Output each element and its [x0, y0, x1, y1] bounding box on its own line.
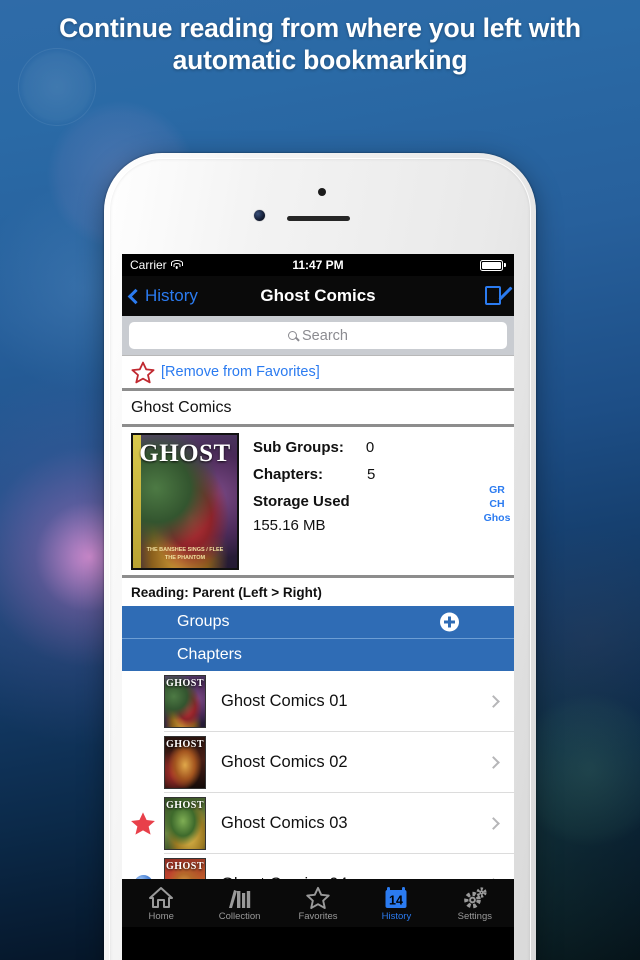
compose-icon[interactable] — [484, 284, 513, 308]
content-area: Search [Remove from Favorites] Ghost Com… — [122, 316, 514, 927]
status-bar: Carrier 11:47 PM — [122, 254, 514, 276]
chevron-right-icon — [487, 694, 500, 708]
svg-text:14: 14 — [389, 894, 403, 908]
chapters-value: 5 — [367, 466, 376, 483]
list-item[interactable]: GHOST Ghost Comics 02 — [122, 732, 514, 792]
chapter-list: GHOST Ghost Comics 01 GHOST Ghost Comics… — [122, 671, 514, 914]
tab-label: History — [381, 911, 412, 922]
chapter-title: Ghost Comics 02 — [221, 752, 348, 771]
chapter-thumbnail: GHOST — [164, 674, 206, 728]
tab-bar: Home Collection Favorites 14 History Set… — [122, 879, 514, 927]
chapters-stat: Chapters: 5 — [253, 466, 375, 483]
section-index-item[interactable]: GR — [489, 484, 505, 497]
tab-favorites[interactable]: Favorites — [279, 884, 357, 922]
chapters-section-bar[interactable]: Chapters — [122, 639, 514, 671]
phone-mockup: Carrier 11:47 PM History Ghost Comics Se… — [104, 153, 536, 960]
lens-flare-green — [520, 690, 640, 850]
favorite-badge — [122, 811, 164, 836]
tab-history[interactable]: 14 History — [357, 884, 435, 922]
tab-label: Home — [148, 911, 174, 922]
search-input[interactable]: Search — [129, 322, 507, 349]
sub-groups-value: 0 — [365, 439, 375, 456]
sub-groups-label: Sub Groups: — [253, 439, 344, 456]
cover-thumbnail[interactable]: GHOST THE BANSHEE SINGS / FLEE THE PHANT… — [131, 433, 239, 570]
page-title: Ghost Comics — [260, 286, 376, 305]
earpiece-speaker-icon — [287, 216, 350, 221]
list-item[interactable]: GHOST Ghost Comics 03 — [122, 793, 514, 853]
tab-label: Collection — [218, 911, 261, 922]
storage-used-value: 155.16 MB — [253, 517, 326, 534]
chevron-right-icon — [487, 755, 500, 769]
star-solid-icon — [131, 811, 155, 835]
battery-icon — [480, 259, 506, 271]
proximity-sensor-icon — [318, 188, 326, 196]
phone-screen: Carrier 11:47 PM History Ghost Comics Se… — [122, 254, 514, 960]
group-title: Ghost Comics — [122, 391, 514, 424]
groups-section-bar[interactable]: Groups — [122, 606, 514, 638]
cover-blurb: THE BANSHEE SINGS / FLEE THE PHANTOM — [146, 547, 224, 561]
section-index-item[interactable]: CH — [489, 498, 504, 511]
calendar-icon: 14 — [383, 884, 409, 909]
status-clock: 11:47 PM — [292, 258, 344, 272]
chapter-title: Ghost Comics 01 — [221, 691, 348, 710]
storage-used-label: Storage Used — [253, 493, 350, 510]
chapter-title: Ghost Comics 03 — [221, 813, 348, 832]
navigation-bar: History Ghost Comics — [122, 276, 514, 316]
thumb-title: GHOST — [165, 860, 205, 872]
thumb-title: GHOST — [165, 677, 205, 689]
chapter-thumbnail: GHOST — [164, 735, 206, 789]
remove-from-favorites-label: [Remove from Favorites] — [161, 364, 320, 380]
star-icon — [305, 884, 331, 909]
cover-title: GHOST — [139, 440, 231, 467]
sub-groups-stat: Sub Groups: 0 — [253, 439, 375, 456]
section-index[interactable]: GR CH Ghos — [482, 484, 512, 525]
promo-screenshot: Continue reading from where you left wit… — [0, 0, 640, 960]
chapters-label: Chapters — [177, 646, 242, 663]
remove-from-favorites-row[interactable]: [Remove from Favorites] — [122, 356, 514, 388]
detail-panel: GHOST THE BANSHEE SINGS / FLEE THE PHANT… — [122, 427, 514, 575]
tab-label: Settings — [457, 911, 492, 922]
tab-label: Favorites — [298, 911, 338, 922]
tab-settings[interactable]: Settings — [436, 884, 514, 922]
section-index-item[interactable]: Ghos — [484, 512, 511, 525]
home-icon — [148, 884, 174, 909]
front-camera-icon — [254, 210, 265, 221]
groups-label: Groups — [177, 613, 230, 630]
list-item[interactable]: GHOST Ghost Comics 01 — [122, 671, 514, 731]
thumb-title: GHOST — [165, 799, 205, 811]
tab-collection[interactable]: Collection — [200, 884, 278, 922]
chapters-label: Chapters: — [253, 466, 324, 483]
thumb-title: GHOST — [165, 738, 205, 750]
tab-home[interactable]: Home — [122, 884, 200, 922]
books-icon — [227, 884, 253, 909]
search-bar-container: Search — [122, 316, 514, 355]
star-outline-icon — [131, 361, 155, 383]
gears-icon — [462, 884, 488, 909]
search-icon — [288, 331, 298, 340]
reading-direction-row: Reading: Parent (Left > Right) — [122, 578, 514, 606]
plus-circle-icon[interactable] — [440, 612, 459, 632]
detail-stats: Sub Groups: 0 Chapters: 5 Storage Used 1… — [239, 433, 375, 569]
promo-headline: Continue reading from where you left wit… — [59, 13, 581, 75]
search-placeholder: Search — [302, 327, 348, 344]
chapter-thumbnail: GHOST — [164, 796, 206, 850]
chevron-right-icon — [487, 816, 500, 830]
